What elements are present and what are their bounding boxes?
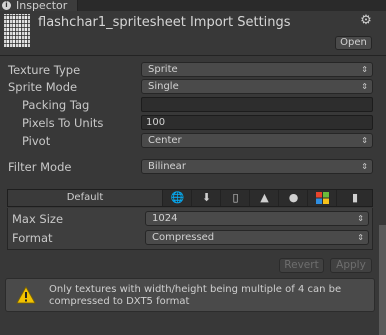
sprite-mode-label: Sprite Mode [8,80,78,94]
windows-phone-icon[interactable]: ▮ [338,190,372,206]
pivot-value: Center [148,135,182,146]
info-icon: i [2,1,11,10]
download-icon[interactable]: ⬇ [193,190,221,206]
texture-type-value: Sprite [148,64,178,75]
filter-mode-label: Filter Mode [8,160,72,174]
open-button[interactable]: Open [335,36,372,50]
format-dropdown[interactable]: Compressed ⇕ [145,230,369,245]
asset-title: flashchar1_spritesheet Import Settings [38,15,291,30]
header-divider [0,55,386,56]
chevron-updown-icon: ⇕ [361,65,368,74]
packing-tag-label: Packing Tag [22,98,90,112]
platform-tabs: Default 🌐 ⬇ ▯ ▲ ● ▮ [7,189,373,207]
globe-icon[interactable]: 🌐 [164,190,192,206]
chevron-updown-icon: ⇕ [357,214,364,223]
filter-mode-value: Bilinear [148,161,186,172]
blackberry-icon[interactable]: ● [280,190,308,206]
tab-inspector[interactable]: i Inspector [0,0,78,11]
apply-button[interactable]: Apply [330,258,372,273]
tab-label: Inspector [16,0,68,12]
pixels-to-units-field[interactable]: 100 [141,115,373,130]
packing-tag-field[interactable] [141,97,373,112]
format-value: Compressed [152,232,215,243]
format-label: Format [12,231,53,245]
warning-icon [16,286,36,304]
pixels-to-units-label: Pixels To Units [22,116,104,130]
texture-type-label: Texture Type [8,63,81,77]
warning-text: Only textures with width/height being mu… [49,284,342,307]
chevron-updown-icon: ⇕ [357,233,364,242]
sprite-thumbnail [4,14,30,47]
chevron-updown-icon: ⇕ [361,162,368,171]
max-size-dropdown[interactable]: 1024 ⇕ [145,211,369,226]
inspector-header: flashchar1_spritesheet Import Settings ⚙… [0,11,386,53]
chevron-updown-icon: ⇕ [361,136,368,145]
revert-button[interactable]: Revert [279,258,324,273]
max-size-label: Max Size [12,212,64,226]
android-icon[interactable]: ▲ [251,190,279,206]
sprite-mode-dropdown[interactable]: Single ⇕ [141,79,373,94]
warning-box: Only textures with width/height being mu… [5,278,375,312]
texture-type-dropdown[interactable]: Sprite ⇕ [141,62,373,77]
chevron-updown-icon: ⇕ [361,82,368,91]
windows-icon[interactable] [309,190,337,206]
pivot-label: Pivot [22,134,51,148]
gear-icon[interactable]: ⚙ [358,13,374,29]
pivot-dropdown[interactable]: Center ⇕ [141,133,373,148]
sprite-mode-value: Single [148,81,179,92]
scrollbar[interactable] [379,225,386,335]
tab-default[interactable]: Default [8,190,163,206]
tab-bar: i Inspector [0,0,386,11]
phone-icon[interactable]: ▯ [222,190,250,206]
filter-mode-dropdown[interactable]: Bilinear ⇕ [141,159,373,174]
max-size-value: 1024 [152,213,178,224]
